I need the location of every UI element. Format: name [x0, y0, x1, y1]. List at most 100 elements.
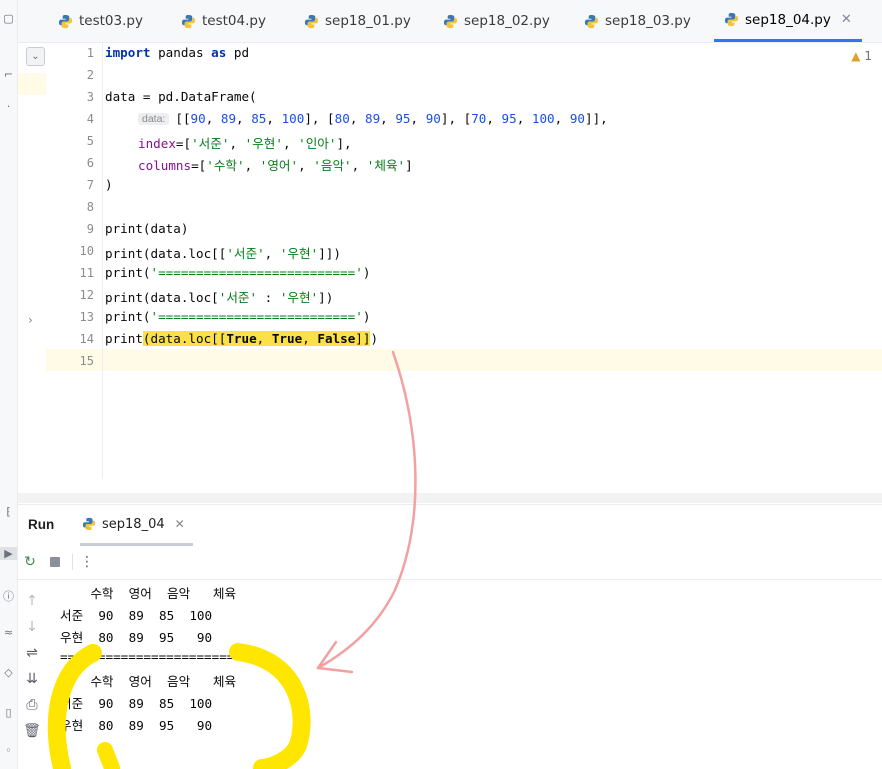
string: '==========================' [150, 265, 363, 280]
tab-test03[interactable]: test03.py [58, 0, 143, 42]
code-text: print( [105, 309, 151, 324]
number: 95 [395, 111, 411, 126]
code-text: print( [105, 265, 151, 280]
fold-gutter: ⌄ › [18, 43, 46, 479]
code-line-10: print(data.loc[['서준', '우현']]) [105, 246, 341, 261]
horizontal-scrollbar[interactable] [18, 493, 882, 503]
tab-sep18-01[interactable]: sep18_01.py [304, 0, 411, 42]
stop-icon[interactable] [46, 553, 64, 571]
number: 90 [190, 111, 206, 126]
code-line-13: print('==========================') [105, 309, 370, 324]
string: '우현' [244, 136, 283, 151]
current-line-highlight [46, 349, 882, 371]
rerun-icon[interactable]: ↻ [21, 553, 39, 571]
python-file-icon [82, 517, 96, 531]
tab-label: test03.py [79, 13, 143, 29]
trash-icon[interactable]: 🗑 [23, 722, 41, 740]
code-text: : [257, 290, 280, 305]
soft-wrap-icon[interactable]: ⇌ [23, 644, 41, 662]
number: 80 [334, 111, 350, 126]
print-icon[interactable]: ⎙ [23, 696, 41, 714]
string: '인아' [298, 136, 337, 151]
problems-icon[interactable]: ▯ [0, 706, 17, 719]
tab-sep18-04[interactable]: sep18_04.py ✕ [714, 0, 862, 42]
code-line-11: print('==========================') [105, 265, 370, 280]
code-text: pandas [150, 45, 212, 60]
code-line-3: data = pd.DataFrame( [105, 89, 257, 104]
number: 70 [471, 111, 487, 126]
keyword: False [317, 331, 356, 346]
more-icon[interactable]: · [0, 100, 17, 113]
inspection-widget[interactable]: ▲ 1 [851, 49, 872, 63]
number: 100 [281, 111, 305, 126]
chevron-right-icon[interactable]: › [28, 313, 33, 327]
line-number: 11 [79, 266, 94, 280]
code-line-7: ) [105, 177, 113, 192]
console-icon[interactable]: ⓘ [0, 588, 17, 604]
tab-sep18-03[interactable]: sep18_03.py [584, 0, 691, 42]
run-panel-title[interactable]: Run [28, 517, 54, 532]
line-number: 2 [86, 68, 94, 82]
line-number-gutter: 1 2 3 4 5 6 7 8 9 10 11 12 13 14 15 [46, 43, 102, 479]
number: 85 [251, 111, 267, 126]
number: 89 [220, 111, 237, 126]
more-options-icon[interactable]: ⋮ [78, 553, 96, 571]
code-editor[interactable]: ⌄ › 1 2 3 4 5 6 7 8 9 10 11 12 13 14 15 … [18, 43, 882, 479]
left-tool-strip: ▢ ⌐ · ⁅ ▶ ⓘ ≈ ◇ ▯ ◦ [0, 0, 18, 769]
code-line-1: import pandas as pd [105, 45, 249, 60]
code-line-6: columns=['수학', '영어', '음악', '체육'] [138, 158, 413, 173]
run-tool-icon[interactable]: ▶ [0, 547, 17, 560]
keyword: as [211, 45, 227, 60]
run-config-tab[interactable]: sep18_04 ✕ [80, 505, 193, 546]
code-text: [[ [175, 111, 191, 126]
console-line: 수학 영어 음악 체육 [60, 674, 237, 689]
close-icon[interactable]: ✕ [841, 12, 852, 27]
code-line-14: print(data.loc[[True, True, False]]) [105, 331, 379, 346]
code-text: ]]) [318, 246, 341, 261]
string: '수학' [206, 158, 245, 173]
editor-tab-bar: test03.py test04.py sep18_01.py sep18_02… [18, 0, 882, 43]
keyword: True [226, 331, 257, 346]
python-packages-icon[interactable]: ⁅ [0, 505, 17, 518]
warning-count: 1 [864, 49, 872, 63]
scroll-to-end-icon[interactable]: ⇊ [23, 670, 41, 688]
close-icon[interactable]: ✕ [175, 517, 185, 531]
line-number: 12 [79, 288, 94, 302]
console-line: 수학 영어 음악 체육 [60, 586, 237, 601]
line-number: 8 [86, 200, 94, 214]
tab-test04[interactable]: test04.py [181, 0, 266, 42]
chevron-down-icon[interactable]: ⌄ [26, 47, 45, 66]
code-text: ]) [318, 290, 334, 305]
line-number: 5 [86, 134, 94, 148]
string: '서준' [226, 246, 265, 261]
tab-label: sep18_02.py [464, 13, 550, 29]
python-file-icon [181, 14, 196, 28]
line-number: 15 [79, 354, 94, 368]
string: '음악' [313, 158, 352, 173]
services-icon[interactable]: ◇ [0, 666, 17, 679]
arrow-down-icon[interactable]: ↓ [23, 618, 41, 636]
python-file-icon [443, 14, 458, 28]
line-number: 10 [79, 244, 94, 258]
version-control-icon[interactable]: ◦ [0, 744, 17, 757]
run-tab-label: sep18_04 [102, 516, 165, 532]
warning-icon: ▲ [851, 49, 861, 63]
arrow-up-icon[interactable]: ↑ [23, 592, 41, 610]
console-line: ========================== [60, 649, 258, 664]
project-icon[interactable]: ▢ [0, 12, 17, 25]
code-text: ) [362, 309, 371, 324]
console-line: 서준 90 89 85 100 [60, 608, 213, 623]
parameter: index [138, 136, 176, 151]
tab-sep18-02[interactable]: sep18_02.py [443, 0, 550, 42]
code-text: print(data.loc[ [105, 290, 219, 305]
string: '우현' [279, 290, 319, 305]
structure-icon[interactable]: ⌐ [0, 68, 17, 81]
code-text: (data.loc[[ [142, 331, 227, 346]
terminal-icon[interactable]: ≈ [0, 626, 17, 639]
console-line: 우현 80 89 95 90 [60, 630, 213, 645]
code-text: print [105, 331, 143, 346]
console-output[interactable]: 수학 영어 음악 체육 서준 90 89 85 100 우현 80 89 95 … [48, 580, 882, 769]
tab-label: sep18_04.py [745, 11, 831, 28]
run-panel-header: Run sep18_04 ✕ [18, 504, 882, 546]
toolbar-divider [72, 554, 73, 570]
